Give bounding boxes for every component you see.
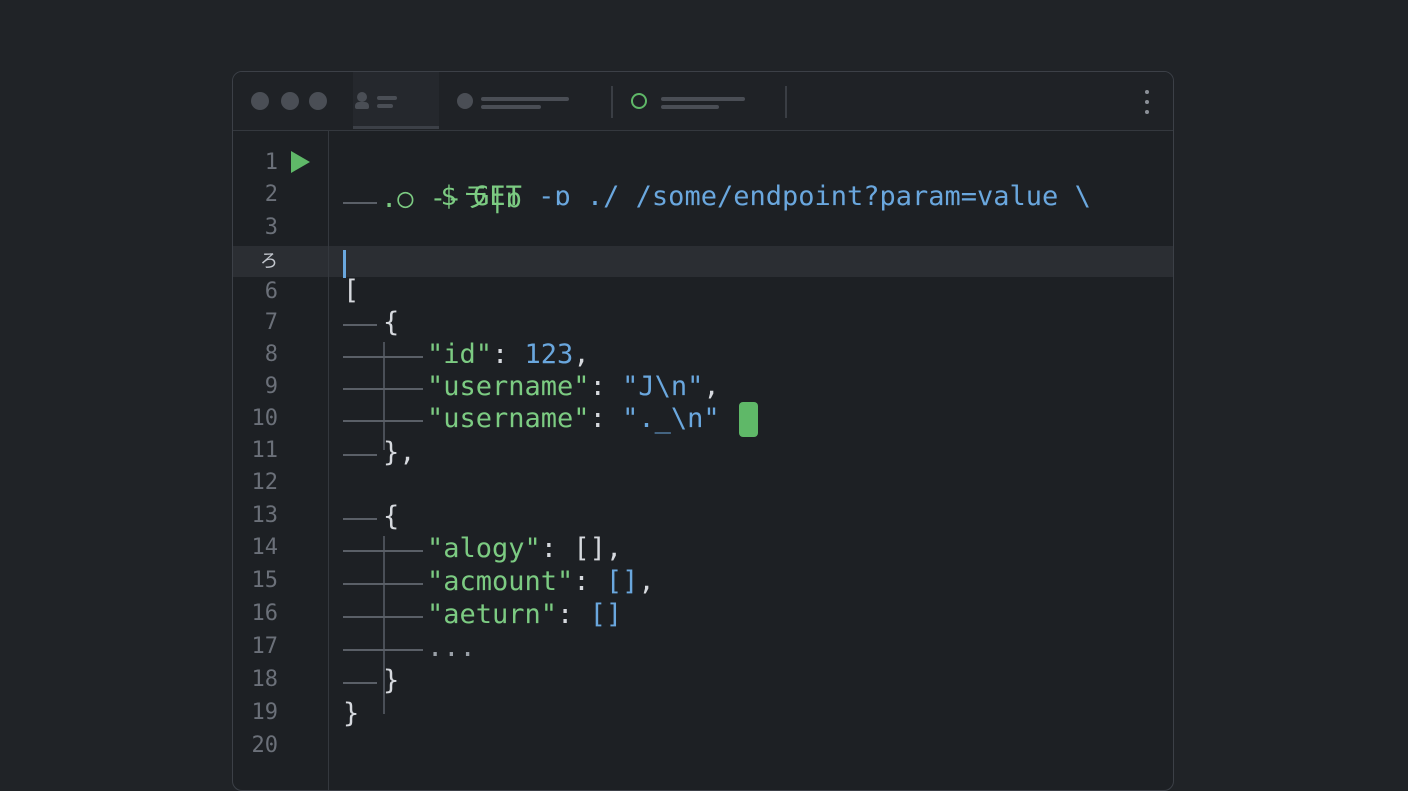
indent-guide bbox=[343, 682, 377, 684]
json-key: "alogy" bbox=[427, 533, 541, 564]
tab-divider bbox=[785, 86, 787, 118]
indent-guide bbox=[343, 356, 423, 358]
more-options-icon[interactable] bbox=[1139, 88, 1155, 116]
terminal-window: 1 2 3 ろ 6 7 8 9 10 11 12 13 14 15 16 17 … bbox=[232, 71, 1174, 791]
code-line-15: "acmount": [], bbox=[427, 565, 655, 599]
endpoint-path: ./ /some/endpoint?param=value \ bbox=[586, 181, 1091, 212]
tab-label-placeholder bbox=[481, 105, 541, 109]
maximize-window-button[interactable] bbox=[309, 92, 327, 110]
json-comma: , bbox=[638, 566, 655, 597]
indent-guide bbox=[343, 202, 377, 204]
tab-ring[interactable] bbox=[623, 72, 783, 129]
tab-label-placeholder bbox=[661, 105, 719, 109]
indent-guide bbox=[343, 518, 377, 520]
json-key: "username" bbox=[427, 371, 590, 402]
json-value: [] bbox=[605, 566, 639, 597]
indent-guide bbox=[343, 550, 423, 552]
code-line-14: "alogy": [], bbox=[427, 532, 622, 566]
json-colon: : bbox=[557, 599, 590, 630]
json-value: [] bbox=[573, 533, 606, 564]
code-editor[interactable]: $ GET -ɒ ./ /some/endpoint?param=value \… bbox=[233, 130, 1173, 790]
minimize-window-button[interactable] bbox=[281, 92, 299, 110]
circle-icon bbox=[457, 93, 473, 109]
code-line-17: ... bbox=[427, 632, 476, 663]
json-colon: : bbox=[540, 533, 574, 564]
code-line-11: }, bbox=[383, 437, 416, 468]
indent-guide bbox=[343, 583, 423, 585]
json-comma: , bbox=[573, 339, 590, 370]
json-value: [] bbox=[589, 599, 623, 630]
code-line-6: [ bbox=[343, 275, 360, 306]
json-key: "id" bbox=[427, 339, 493, 370]
indent-guide bbox=[343, 649, 423, 651]
code-line-18: } bbox=[383, 665, 400, 696]
command-flag: -ɒ bbox=[538, 181, 571, 212]
json-colon: : bbox=[492, 339, 525, 370]
json-comma: , bbox=[605, 533, 623, 564]
json-value: "J\n" bbox=[622, 371, 704, 402]
json-key: "username" bbox=[427, 403, 590, 434]
json-key: "aeturn" bbox=[427, 599, 558, 630]
tab-user[interactable] bbox=[353, 72, 439, 129]
tab-label-placeholder bbox=[481, 97, 569, 101]
json-comma: , bbox=[703, 371, 720, 402]
code-line-16: "aeturn": [] bbox=[427, 598, 622, 632]
code-line-2: .○ --ラ|ɒ bbox=[381, 183, 522, 214]
code-line-7: { bbox=[383, 307, 400, 338]
json-colon: : bbox=[589, 403, 623, 434]
indent-guide bbox=[343, 388, 423, 390]
close-window-button[interactable] bbox=[251, 92, 269, 110]
tab-label-placeholder bbox=[661, 97, 745, 101]
code-line-13: { bbox=[383, 501, 400, 532]
json-key: "acmount" bbox=[427, 566, 574, 597]
json-value: 123 bbox=[524, 339, 574, 370]
tab-divider bbox=[611, 86, 613, 118]
code-line-9: "username": "J\n", bbox=[427, 370, 720, 404]
tab-label-placeholder bbox=[377, 96, 397, 100]
indent-guide bbox=[343, 616, 423, 618]
code-line-8: "id": 123, bbox=[427, 338, 590, 372]
tab-label-placeholder bbox=[377, 104, 393, 108]
code-line-10: "username": "._\n" bbox=[427, 402, 720, 436]
block-cursor bbox=[739, 402, 758, 437]
indent-guide bbox=[343, 420, 423, 422]
json-value: "._\n" bbox=[622, 403, 720, 434]
indent-guide bbox=[343, 454, 377, 456]
tab-dot[interactable] bbox=[449, 72, 609, 129]
circle-outline-icon bbox=[631, 93, 647, 109]
indent-guide bbox=[343, 324, 377, 326]
code-line-19: } bbox=[343, 698, 360, 729]
json-colon: : bbox=[573, 566, 606, 597]
title-bar bbox=[233, 72, 1173, 131]
json-colon: : bbox=[589, 371, 623, 402]
indent-guide bbox=[383, 342, 385, 450]
